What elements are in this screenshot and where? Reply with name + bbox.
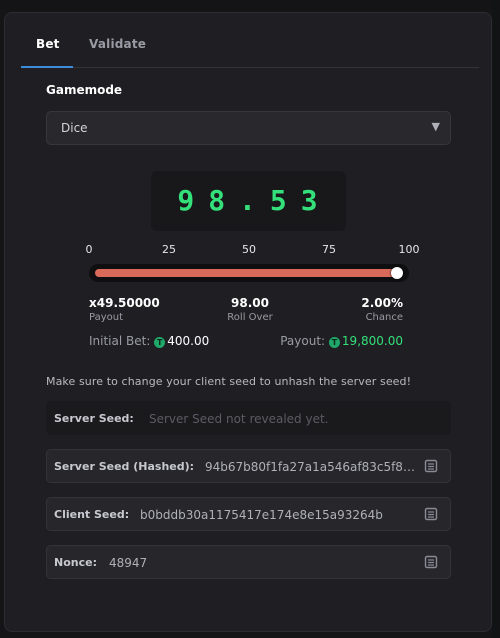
copy-icon[interactable] <box>424 459 438 473</box>
chance-stat-label: Chance <box>365 312 403 323</box>
payout-stat-label: Payout <box>89 312 124 323</box>
tick-label: 25 <box>162 243 176 256</box>
server-seed-hashed-field[interactable]: Server Seed (Hashed): 94b67b80f1fa27a1a5… <box>46 449 451 483</box>
gamemode-selected-value: Dice <box>61 121 88 135</box>
server-seed-hashed-label: Server Seed (Hashed): <box>54 460 195 473</box>
server-seed-hashed-value: 94b67b80f1fa27a1a546af83c5f88d12e9 <box>205 460 415 474</box>
copy-icon[interactable] <box>424 555 438 569</box>
background-strip <box>0 0 500 10</box>
payout-amount-label: Payout: <box>280 334 326 348</box>
seed-warning: Make sure to change your client seed to … <box>46 375 412 388</box>
payout-amount: Payout: T 19,800.00 <box>280 334 403 348</box>
coin-icon: T <box>154 337 166 348</box>
gamemode-select[interactable]: Dice ▼ <box>46 111 451 145</box>
chance-value: 2.00% <box>361 296 403 310</box>
roll-result-display: 98.53 <box>151 171 346 231</box>
rollover-stat: 98.00 Roll Over <box>223 296 277 323</box>
payout-amount-value: 19,800.00 <box>341 334 403 348</box>
rollover-value: 98.00 <box>231 296 269 310</box>
client-seed-field[interactable]: Client Seed: b0bddb30a1175417e174e8e15a9… <box>46 497 451 531</box>
tab-validate[interactable]: Validate <box>89 37 146 51</box>
initial-bet: Initial Bet: T 400.00 <box>89 334 209 348</box>
tick-label: 50 <box>242 243 256 256</box>
slider-thumb[interactable] <box>390 267 403 279</box>
nonce-field[interactable]: Nonce: 48947 <box>46 545 451 579</box>
slider-fill <box>95 269 397 277</box>
payout-stat: x49.50000 Payout <box>89 296 160 323</box>
active-tab-indicator <box>21 66 73 68</box>
initial-bet-label: Initial Bet: <box>89 334 151 348</box>
gamemode-label: Gamemode <box>46 83 123 97</box>
chance-stat: 2.00% Chance <box>361 296 403 323</box>
dice-modal: Bet Validate Gamemode Dice ▼ 98.53 0 25 … <box>4 12 492 632</box>
tab-bet[interactable]: Bet <box>36 37 60 51</box>
client-seed-value: b0bddb30a1175417e174e8e15a93264b <box>140 508 383 522</box>
server-seed-label: Server Seed: <box>54 412 134 425</box>
server-seed-field: Server Seed: Server Seed not revealed ye… <box>46 401 451 435</box>
server-seed-placeholder: Server Seed not revealed yet. <box>149 412 329 426</box>
coin-icon: T <box>328 337 340 348</box>
dropdown-caret-icon: ▼ <box>431 120 440 133</box>
payout-multiplier: x49.50000 <box>89 296 160 310</box>
tick-label: 0 <box>85 243 93 256</box>
initial-bet-value: 400.00 <box>167 334 210 348</box>
tab-bar: Bet Validate <box>21 31 479 68</box>
nonce-value: 48947 <box>109 556 148 570</box>
copy-icon[interactable] <box>424 507 438 521</box>
tick-label: 75 <box>322 243 336 256</box>
tick-label: 100 <box>398 243 420 256</box>
roll-over-slider[interactable] <box>89 264 409 282</box>
nonce-label: Nonce: <box>54 556 97 569</box>
client-seed-label: Client Seed: <box>54 508 130 521</box>
background-edge <box>492 0 500 638</box>
rollover-stat-label: Roll Over <box>227 312 273 323</box>
slider-ticks: 0 25 50 75 100 <box>85 243 420 257</box>
